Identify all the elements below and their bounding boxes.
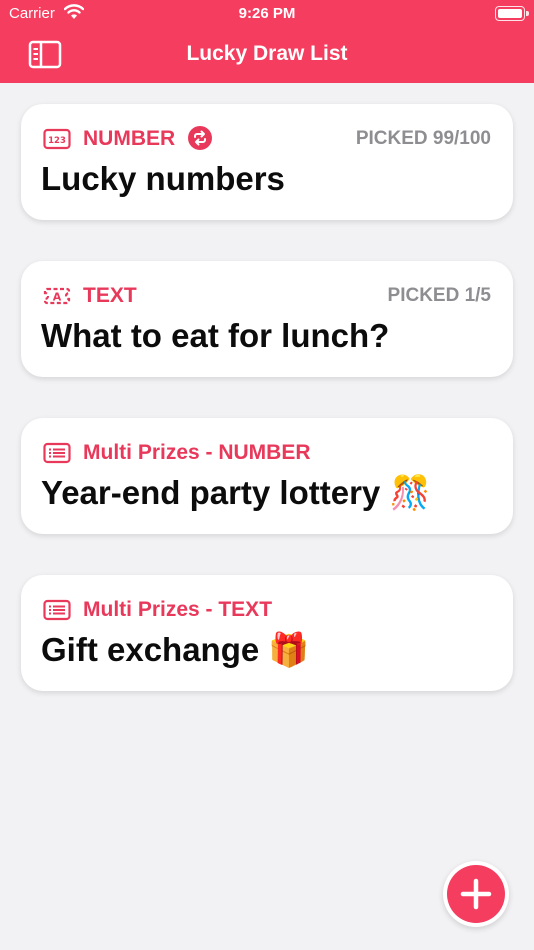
picked-count: PICKED 99/100 [355,128,491,149]
svg-text:A: A [53,291,62,304]
card-title: Year-end party lottery 🎊 [41,474,431,511]
svg-text:123: 123 [48,136,66,146]
text-a-icon: A [43,287,71,305]
list-icon [43,599,71,621]
list-icon [43,442,71,464]
draw-card-year-end-party[interactable]: Multi Prizes - NUMBER Year-end party lot… [21,418,513,534]
card-type-label: Multi Prizes - NUMBER [83,441,311,464]
picked-count: PICKED 1/5 [387,285,491,306]
draw-card-lunch[interactable]: A TEXT PICKED 1/5 What to eat for lunch? [21,261,513,377]
navigation-bar: Carrier 9:26 PM Lucky Draw List [0,0,534,83]
card-title: Gift exchange 🎁 [41,631,310,668]
card-title: What to eat for lunch? [41,317,390,354]
repeat-icon [188,126,212,150]
clock: 9:26 PM [238,5,296,22]
card-type-label: NUMBER [83,127,176,150]
plus-icon [460,878,492,910]
page-title: Lucky Draw List [186,42,348,65]
card-type-label: TEXT [83,284,137,307]
status-bar: Carrier 9:26 PM [0,0,534,28]
card-type-label: Multi Prizes - TEXT [83,598,273,621]
draw-card-gift-exchange[interactable]: Multi Prizes - TEXT Gift exchange 🎁 [21,575,513,691]
draw-card-lucky-numbers[interactable]: 123 NUMBER PICKED 99/100 Lucky numbers [21,104,513,220]
add-draw-button[interactable] [443,861,509,927]
battery-icon [495,6,529,21]
card-title: Lucky numbers [41,160,285,197]
number-123-icon: 123 [43,128,71,150]
